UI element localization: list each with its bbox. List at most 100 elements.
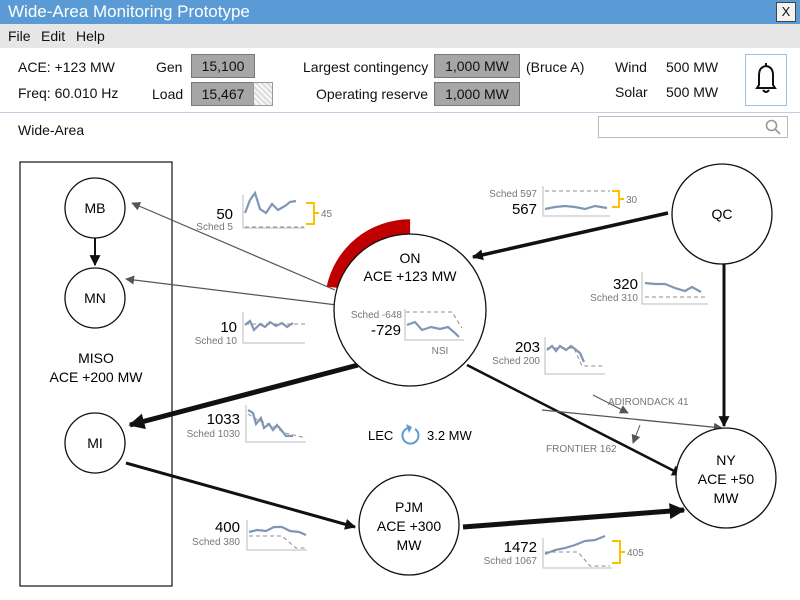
flow-mb-deviation: 45 bbox=[321, 209, 333, 220]
search-icon bbox=[765, 119, 781, 135]
flow-on-mn bbox=[125, 275, 338, 306]
load-value: 15,467 bbox=[191, 82, 255, 106]
load-label: Load bbox=[152, 86, 184, 102]
miso-ace: ACE +200 MW bbox=[50, 369, 144, 385]
flow-pjm-in-sched-line bbox=[249, 535, 306, 549]
flow-pjm-ny bbox=[462, 503, 686, 530]
flow-pjm-in-sched: Sched 380 bbox=[192, 537, 240, 548]
flow-on-ny-trend bbox=[546, 344, 586, 363]
operating-reserve-value: 1,000 MW bbox=[434, 82, 520, 106]
menu-edit[interactable]: Edit bbox=[41, 28, 65, 44]
refresh-icon bbox=[401, 426, 420, 445]
close-button[interactable]: X bbox=[776, 2, 796, 22]
node-on[interactable] bbox=[333, 233, 487, 387]
flow-on-mb bbox=[131, 202, 336, 291]
load-indicator bbox=[253, 82, 273, 106]
info-bar bbox=[0, 48, 800, 113]
wind-value: 500 MW bbox=[666, 59, 719, 75]
flow-mb-deviation-bracket bbox=[306, 202, 319, 225]
menu-help[interactable]: Help bbox=[76, 28, 105, 44]
flow-pjm-ny-deviation: 405 bbox=[627, 548, 644, 559]
ny-unit: MW bbox=[714, 490, 740, 506]
flow-mi-pjm bbox=[125, 461, 357, 530]
on-name: ON bbox=[400, 250, 421, 266]
flow-pjm-ny-deviation-bracket bbox=[612, 540, 625, 564]
interface-frontier: FRONTIER 162 bbox=[546, 444, 617, 455]
flow-mn-sched: Sched 10 bbox=[195, 336, 238, 347]
operating-reserve-label: Operating reserve bbox=[316, 86, 429, 102]
solar-value: 500 MW bbox=[666, 84, 719, 100]
pjm-name: PJM bbox=[395, 499, 423, 515]
node-mn[interactable] bbox=[64, 267, 126, 329]
largest-contingency-value: 1,000 MW bbox=[434, 54, 520, 78]
flow-qc-on bbox=[471, 211, 669, 261]
flow-pjm-ny-axis bbox=[542, 538, 612, 569]
on-nsi-trend bbox=[406, 320, 460, 338]
node-pjm[interactable] bbox=[358, 474, 460, 576]
solar-label: Solar bbox=[615, 84, 648, 100]
flow-pjm-ny-sched-line bbox=[545, 551, 610, 567]
pjm-ace: ACE +300 bbox=[377, 518, 441, 534]
gen-label: Gen bbox=[156, 59, 183, 75]
on-nsi-axis bbox=[404, 309, 464, 341]
flow-mb-value: 50 bbox=[216, 206, 233, 223]
flow-on-ny-value: 203 bbox=[515, 339, 540, 356]
search-input[interactable] bbox=[598, 116, 788, 138]
interface-adirondack-line bbox=[541, 409, 723, 432]
flow-mb-sched: Sched 5 bbox=[196, 222, 233, 233]
menu-bar: File Edit Help bbox=[0, 24, 800, 48]
flow-pjm-ny-value: 1472 bbox=[504, 539, 537, 556]
flow-on-ny-sched: Sched 200 bbox=[492, 356, 540, 367]
flow-on-ny-sched-line bbox=[547, 347, 605, 367]
on-alert-arc bbox=[326, 219, 411, 289]
on-nsi-sched-line bbox=[406, 311, 463, 329]
flow-qc-trend bbox=[544, 204, 608, 211]
node-mn-label: MN bbox=[84, 290, 106, 306]
flow-qc-ny-value: 320 bbox=[613, 276, 638, 293]
flow-mi-sched-line bbox=[247, 413, 307, 439]
flow-qc-ny-axis bbox=[641, 272, 708, 305]
node-mb-label: MB bbox=[85, 200, 106, 216]
flow-qc-ny-sched: Sched 310 bbox=[590, 293, 638, 304]
flow-qc-deviation-bracket bbox=[612, 190, 624, 208]
alarm-button[interactable] bbox=[745, 54, 787, 106]
largest-contingency-note: (Bruce A) bbox=[526, 59, 585, 75]
node-mb[interactable] bbox=[64, 177, 126, 239]
interface-frontier-pointer bbox=[631, 424, 641, 444]
flow-mn-axis bbox=[242, 312, 305, 344]
flow-on-ny bbox=[466, 363, 683, 477]
section-label: Wide-Area bbox=[18, 122, 85, 138]
flow-qc-sched: Sched 597 bbox=[489, 189, 537, 200]
ace-readout: ACE: +123 MW bbox=[18, 59, 115, 75]
interface-adirondack: ADIRONDACK 41 bbox=[608, 397, 689, 408]
flow-on-ny-axis bbox=[544, 337, 605, 375]
flow-pjm-in-trend bbox=[248, 525, 307, 537]
refresh-icon-arrow bbox=[406, 424, 412, 433]
flow-qc-ny-trend bbox=[644, 281, 702, 293]
flow-mi-value: 1033 bbox=[207, 411, 240, 428]
lec-label: LEC bbox=[368, 428, 393, 443]
flow-qc-value: 567 bbox=[512, 201, 537, 218]
node-qc[interactable] bbox=[671, 163, 773, 265]
node-ny[interactable] bbox=[675, 427, 777, 529]
flow-pjm-ny-trend bbox=[544, 534, 606, 556]
wind-label: Wind bbox=[615, 59, 647, 75]
title-bar: Wide-Area Monitoring Prototype X bbox=[0, 0, 800, 24]
on-nsi-label: NSI bbox=[432, 346, 449, 357]
largest-contingency-label: Largest contingency bbox=[303, 59, 429, 75]
flow-pjm-in-value: 400 bbox=[215, 519, 240, 536]
flow-pjm-in-axis bbox=[246, 520, 307, 551]
flow-mn-value: 10 bbox=[220, 319, 237, 336]
node-mi-label: MI bbox=[87, 435, 103, 451]
miso-name: MISO bbox=[78, 350, 114, 366]
gen-value: 15,100 bbox=[191, 54, 255, 78]
on-nsi-value: -729 bbox=[371, 322, 401, 339]
window-title: Wide-Area Monitoring Prototype bbox=[8, 2, 250, 21]
menu-file[interactable]: File bbox=[8, 28, 31, 44]
node-mi[interactable] bbox=[64, 412, 126, 474]
flow-mi-sched: Sched 1030 bbox=[187, 429, 241, 440]
flow-mb-trend bbox=[243, 190, 297, 215]
frequency-readout: Freq: 60.010 Hz bbox=[18, 85, 119, 101]
on-nsi-sched: Sched -648 bbox=[351, 310, 403, 321]
on-ace: ACE +123 MW bbox=[364, 268, 458, 284]
